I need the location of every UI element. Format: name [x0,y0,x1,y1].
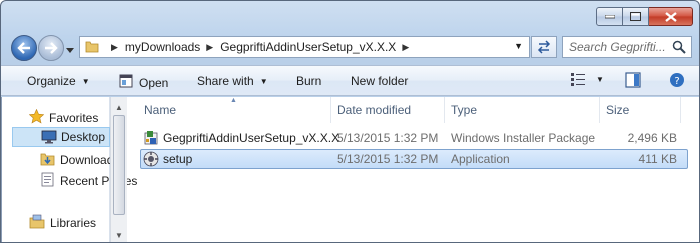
file-date: 5/13/2015 1:32 PM [337,131,439,145]
breadcrumb: ▶ myDownloads ▶ GegpriftiAddinUserSetup_… [105,40,416,54]
open-label: Open [139,75,169,90]
view-details-icon [571,73,585,86]
file-size: 411 KB [638,152,677,166]
close-button[interactable] [649,7,693,26]
organize-label: Organize [27,74,76,88]
address-bar[interactable]: ▶ myDownloads ▶ GegpriftiAddinUserSetup_… [79,36,530,58]
organize-button[interactable]: Organize ▼ [27,74,90,88]
open-icon [119,74,133,91]
chevron-down-icon: ▼ [81,76,90,86]
column-divider[interactable] [599,97,600,123]
scroll-up-icon[interactable]: ▲ [115,103,123,112]
scroll-down-icon[interactable]: ▼ [115,231,123,240]
table-row[interactable]: setup 5/13/2015 1:32 PM Application 411 … [140,149,688,169]
window-controls [596,7,693,26]
preview-pane-icon [625,72,641,88]
command-bar: Organize ▼ Open Share with ▼ Burn New fo… [1,65,699,96]
breadcrumb-separator-icon[interactable]: ▶ [206,42,213,53]
preview-pane-button[interactable] [625,72,641,88]
open-button[interactable]: Open [119,74,168,91]
help-button[interactable]: ? [669,72,685,88]
msi-package-icon [143,130,159,149]
help-icon: ? [670,73,684,87]
file-type: Windows Installer Package [451,131,596,145]
back-button[interactable] [11,35,37,61]
close-icon [664,11,677,22]
forward-arrow-icon [45,42,58,54]
column-divider[interactable] [680,97,681,123]
back-arrow-icon [17,42,30,54]
navpane-scrollbar[interactable]: ▲ ▼ [110,97,127,242]
nav-desktop-label: Desktop [61,130,106,144]
column-divider[interactable] [330,97,331,123]
column-header-date-modified[interactable]: Date modified [337,103,411,117]
setup-application-icon [143,151,159,170]
burn-label: Burn [296,74,322,88]
libraries-icon [29,214,45,232]
content-area: Favorites Desktop Downloads Recent Place… [1,97,699,242]
file-name: setup [163,152,193,166]
minimize-icon [604,14,615,18]
refresh-button[interactable] [531,36,557,58]
table-row[interactable]: GegpriftiAddinUserSetup_vX.X.X 5/13/2015… [140,128,688,148]
share-with-button[interactable]: Share with ▼ [197,74,268,88]
column-header-size[interactable]: Size [606,103,629,117]
chevron-down-icon [66,48,74,53]
breadcrumb-item[interactable]: GegpriftiAddinUserSetup_vX.X.X [220,40,396,54]
search-box[interactable]: Search Gegprifti... [562,36,692,58]
recent-pages-dropdown[interactable] [66,43,74,57]
folder-icon [85,39,99,56]
file-name: GegpriftiAddinUserSetup_vX.X.X [163,131,340,145]
nav-favorites-label: Favorites [49,111,99,125]
chevron-down-icon: ▼ [259,76,268,86]
file-date: 5/13/2015 1:32 PM [337,152,439,166]
star-icon [28,108,45,127]
explorer-window: ▶ myDownloads ▶ GegpriftiAddinUserSetup_… [0,0,700,243]
recent-places-icon [40,172,55,190]
maximize-icon [630,12,641,21]
nav-libraries[interactable]: Libraries [29,214,96,232]
scrollbar-thumb[interactable] [113,115,125,215]
nav-libraries-label: Libraries [50,216,97,230]
downloads-folder-icon [40,151,55,169]
breadcrumb-separator-icon[interactable]: ▶ [111,42,118,53]
new-folder-label: New folder [351,74,409,88]
minimize-button[interactable] [596,7,623,26]
address-dropdown-icon[interactable]: ▼ [514,41,523,51]
refresh-icon [537,40,551,54]
file-list: ▲ Name Date modified Type Size Gegprifti… [128,97,699,242]
search-icon[interactable] [672,40,686,57]
nav-favorites[interactable]: Favorites [28,108,99,127]
change-view-button[interactable]: ▼ [570,72,604,86]
file-type: Application [451,152,510,166]
new-folder-button[interactable]: New folder [351,74,408,88]
desktop-icon [41,130,57,147]
sort-ascending-icon: ▲ [230,97,237,104]
breadcrumb-item[interactable]: myDownloads [125,40,200,54]
burn-button[interactable]: Burn [296,74,321,88]
svg-text:?: ? [674,76,679,87]
search-input[interactable]: Search Gegprifti... [569,40,666,54]
column-header-type[interactable]: Type [451,103,477,117]
column-header-name[interactable]: Name [144,103,176,117]
share-with-label: Share with [197,74,254,88]
breadcrumb-separator-icon[interactable]: ▶ [402,42,409,53]
navigation-pane: Favorites Desktop Downloads Recent Place… [2,97,137,242]
maximize-button[interactable] [623,7,649,26]
file-size: 2,496 KB [627,131,677,145]
nav-desktop[interactable]: Desktop [12,127,110,147]
forward-button[interactable] [38,35,64,61]
column-divider[interactable] [444,97,445,123]
chevron-down-icon[interactable]: ▼ [596,75,604,84]
nav-downloads[interactable]: Downloads [40,151,119,169]
